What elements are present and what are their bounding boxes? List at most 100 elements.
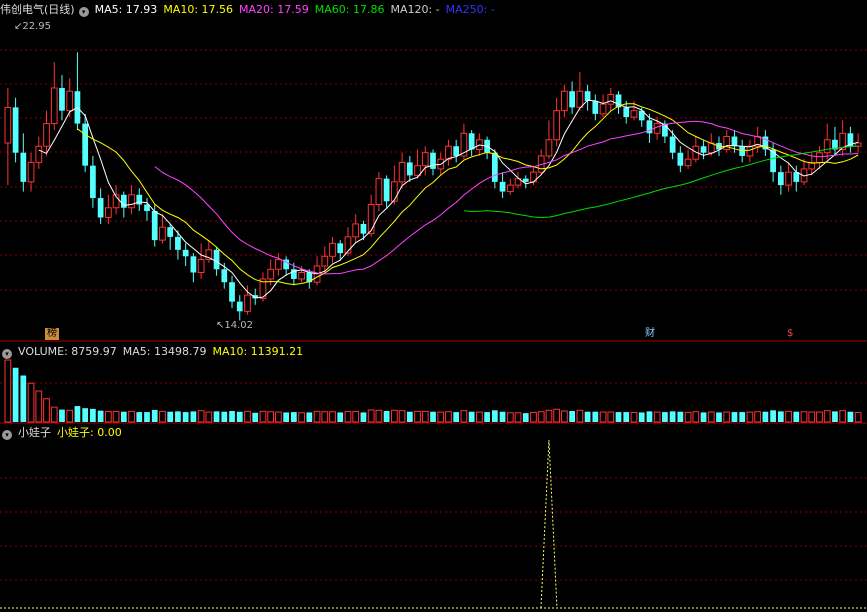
volume-bar <box>252 412 259 422</box>
kline-chart[interactable] <box>0 0 867 612</box>
volume-bar <box>823 410 831 423</box>
volume-bar <box>74 406 81 422</box>
indicator-panel-header: ▾ 小娃子 小娃子: 0.00 <box>0 426 128 440</box>
candle-body <box>59 87 65 111</box>
volume-bar <box>159 410 166 423</box>
volume-bar <box>437 411 445 423</box>
volume-bar <box>684 411 692 423</box>
volume-bar <box>190 411 197 422</box>
volume-bar <box>291 412 297 422</box>
volume-bar <box>321 411 329 423</box>
candle-body <box>623 107 630 118</box>
candle-body <box>20 152 27 182</box>
volume-bar <box>213 411 220 422</box>
candlestick-series <box>4 52 862 321</box>
ma-legend-item: MA5: 17.93 <box>94 3 158 16</box>
indicator-series <box>540 439 558 609</box>
volume-bar <box>406 411 413 422</box>
candle-body <box>229 282 235 302</box>
candle-body <box>430 152 436 169</box>
volume-bar <box>723 411 731 423</box>
candle-body <box>584 91 591 101</box>
candle-body <box>506 184 514 193</box>
volume-bar <box>306 412 313 422</box>
volume-bar <box>66 409 74 423</box>
volume-bar <box>337 412 344 422</box>
candle-body <box>653 123 661 134</box>
volume-bar <box>716 412 722 422</box>
volume-bar <box>832 411 838 422</box>
candle-body <box>599 103 607 115</box>
candle-body <box>167 227 174 237</box>
bang-marker[interactable]: 榜 <box>45 328 59 340</box>
volume-bar <box>20 375 27 422</box>
chevron-down-icon[interactable]: ▾ <box>2 349 12 359</box>
candle-body <box>197 259 205 273</box>
volume-bar <box>182 412 189 422</box>
candle-body <box>553 110 561 141</box>
volume-bar <box>283 412 289 422</box>
volume-bar <box>662 412 668 422</box>
candle-body <box>414 165 421 176</box>
volume-bar <box>205 411 213 423</box>
candle-body <box>182 249 189 257</box>
chevron-down-icon[interactable]: ▾ <box>2 430 12 440</box>
candle-body <box>669 136 676 153</box>
candle-body <box>12 107 19 153</box>
ma-legend: MA5: 17.93 MA10: 17.56 MA20: 17.59 MA60: 17… <box>95 3 501 16</box>
volume-bar <box>707 411 715 423</box>
candle-body <box>607 93 615 105</box>
candle-body <box>746 145 754 157</box>
volume-bar <box>167 411 174 422</box>
volume-bar <box>506 412 514 423</box>
volume-bar <box>746 411 754 423</box>
volume-bar <box>236 411 243 422</box>
volume-bar <box>344 410 352 423</box>
candle-body <box>35 145 43 163</box>
candle-body <box>337 243 344 254</box>
cai-marker[interactable]: 财 <box>645 328 655 340</box>
volume-bar <box>847 411 854 422</box>
volume-bar <box>97 410 104 422</box>
volume-bar <box>762 411 769 422</box>
volume-bar <box>623 412 630 422</box>
volume-bar <box>197 410 205 423</box>
volume-bar <box>615 412 622 422</box>
dollar-marker[interactable]: $ <box>787 328 793 340</box>
main-panel-header: 伟创电气(日线) ▾ MA5: 17.93 MA10: 17.56 MA20: 17.5… <box>0 3 507 17</box>
volume-bar <box>584 411 591 422</box>
volume-bar <box>592 411 599 422</box>
candle-body <box>221 269 228 283</box>
volume-bar <box>59 409 65 422</box>
indicator-title: 小娃子 <box>18 426 51 439</box>
volume-bar <box>27 382 35 423</box>
candle-body <box>383 178 390 202</box>
volume-bar <box>739 412 746 422</box>
candle-body <box>406 162 413 176</box>
volume-bar <box>445 411 452 423</box>
candle-body <box>190 256 197 273</box>
low-price-label: ↖14.02 <box>216 320 254 331</box>
candle-body <box>329 242 336 257</box>
volume-bar <box>414 410 421 423</box>
volume-bar <box>267 411 275 423</box>
chevron-down-icon[interactable]: ▾ <box>78 7 89 17</box>
candle-body <box>375 178 383 206</box>
volume-bar <box>576 409 584 423</box>
candle-body <box>352 223 360 238</box>
candle-body <box>592 100 599 114</box>
candle-body <box>576 90 584 108</box>
volume-bar <box>700 412 707 422</box>
candle-body <box>275 259 282 270</box>
volume-bar <box>259 410 267 423</box>
ma20-line <box>154 120 859 275</box>
candle-body <box>561 90 568 112</box>
volume-bar <box>692 411 700 423</box>
volume-ma5: MA5: 13498.79 <box>122 345 207 358</box>
volume-bar <box>398 410 406 423</box>
volume-bar <box>375 409 383 423</box>
candle-body <box>545 139 553 157</box>
volume-bar <box>793 411 800 422</box>
volume-bar <box>561 410 568 423</box>
candle-body <box>97 198 104 218</box>
